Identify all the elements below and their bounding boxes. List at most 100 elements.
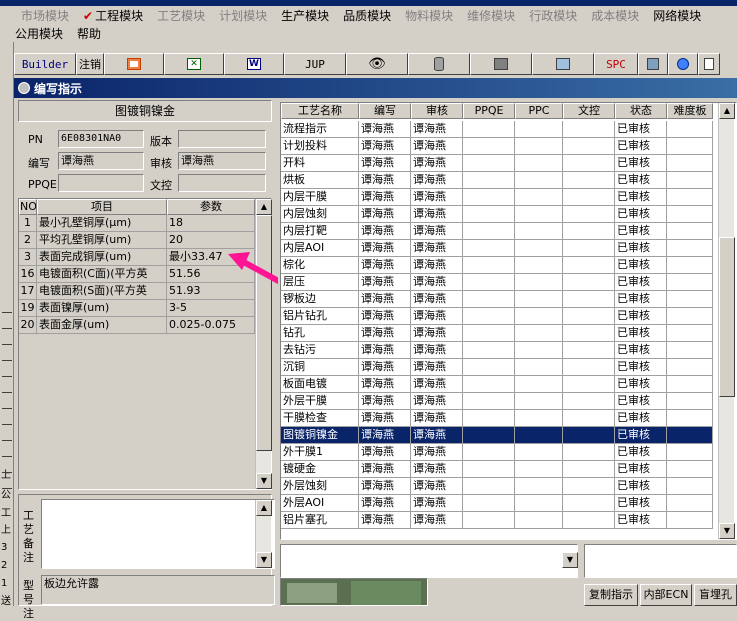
process-cell[interactable] — [463, 376, 515, 393]
process-cell[interactable] — [463, 325, 515, 342]
process-cell[interactable]: 已审核 — [615, 274, 667, 291]
process-cell[interactable]: 谭海燕 — [411, 172, 463, 189]
menu-item[interactable]: 行政模块 — [522, 7, 584, 24]
document-button[interactable] — [698, 53, 720, 75]
process-cell[interactable] — [463, 291, 515, 308]
process-cell[interactable] — [667, 461, 713, 478]
process-head-cell[interactable]: PPQE — [463, 103, 515, 119]
process-cell[interactable]: 谭海燕 — [411, 393, 463, 410]
process-cell[interactable]: 谭海燕 — [411, 359, 463, 376]
process-cell[interactable] — [667, 223, 713, 240]
model-note-field[interactable]: 板边允许露 — [41, 575, 275, 605]
process-cell[interactable]: 谭海燕 — [359, 155, 411, 172]
process-head-cell[interactable]: 难度板 — [667, 103, 713, 119]
excel-button[interactable]: ✕ — [164, 53, 224, 75]
note-scrollbar[interactable]: ▲ ▼ — [255, 500, 272, 568]
process-scrollbar[interactable]: ▲ ▼ — [718, 103, 735, 539]
process-cell[interactable]: 已审核 — [615, 189, 667, 206]
process-cell[interactable]: 外层AOI — [281, 495, 359, 512]
process-cell[interactable] — [563, 155, 615, 172]
param-cell-no[interactable]: 3 — [19, 249, 37, 266]
copy-instruction-button[interactable]: 复制指示 — [584, 584, 638, 606]
process-cell[interactable]: 烘板 — [281, 172, 359, 189]
version-field[interactable] — [178, 130, 266, 148]
process-cell[interactable]: 谭海燕 — [411, 308, 463, 325]
process-cell[interactable]: 谭海燕 — [411, 495, 463, 512]
process-cell[interactable]: 谭海燕 — [359, 410, 411, 427]
process-cell[interactable]: 谭海燕 — [411, 291, 463, 308]
process-cell[interactable]: 谭海燕 — [359, 376, 411, 393]
process-cell[interactable] — [515, 274, 563, 291]
process-cell[interactable] — [515, 495, 563, 512]
ppqe-field[interactable] — [58, 174, 144, 192]
scroll-up-arrow-icon[interactable]: ▲ — [256, 199, 272, 215]
process-cell[interactable]: 谭海燕 — [411, 189, 463, 206]
doc-control-field[interactable] — [178, 174, 266, 192]
process-cell[interactable]: 已审核 — [615, 155, 667, 172]
process-cell[interactable] — [563, 427, 615, 444]
process-cell[interactable]: 外干膜1 — [281, 444, 359, 461]
process-cell[interactable]: 已审核 — [615, 121, 667, 138]
process-cell[interactable]: 谭海燕 — [411, 121, 463, 138]
calc-button[interactable] — [638, 53, 668, 75]
blind-buried-hole-button[interactable]: 盲埋孔 — [694, 584, 737, 606]
process-cell[interactable] — [563, 308, 615, 325]
process-cell[interactable]: 流程指示 — [281, 121, 359, 138]
process-cell[interactable]: 谭海燕 — [411, 461, 463, 478]
param-cell-no[interactable]: 16 — [19, 266, 37, 283]
process-cell[interactable] — [563, 376, 615, 393]
process-cell[interactable] — [463, 257, 515, 274]
process-cell[interactable]: 谭海燕 — [359, 478, 411, 495]
process-cell[interactable] — [667, 172, 713, 189]
process-cell[interactable]: 谭海燕 — [359, 495, 411, 512]
process-cell[interactable]: 层压 — [281, 274, 359, 291]
process-cell[interactable] — [515, 240, 563, 257]
process-cell[interactable]: 已审核 — [615, 206, 667, 223]
process-cell[interactable]: 谭海燕 — [411, 376, 463, 393]
process-cell[interactable] — [463, 223, 515, 240]
process-cell[interactable]: 图镀铜镍金 — [281, 427, 359, 444]
database-button[interactable] — [408, 53, 470, 75]
menu-item[interactable]: 工艺模块 — [150, 7, 212, 24]
process-head-cell[interactable]: 状态 — [615, 103, 667, 119]
process-cell[interactable] — [667, 308, 713, 325]
process-cell[interactable]: 谭海燕 — [359, 359, 411, 376]
process-cell[interactable] — [563, 138, 615, 155]
process-cell[interactable]: 谭海燕 — [411, 410, 463, 427]
pn-field[interactable]: 6E08301NA0 — [58, 130, 144, 148]
param-cell-no[interactable]: 1 — [19, 215, 37, 232]
process-cell[interactable] — [667, 342, 713, 359]
process-cell[interactable] — [667, 291, 713, 308]
process-cell[interactable] — [563, 444, 615, 461]
process-cell[interactable] — [563, 223, 615, 240]
scroll-up-arrow-icon[interactable]: ▲ — [719, 103, 735, 119]
process-cell[interactable] — [515, 172, 563, 189]
process-cell[interactable] — [563, 121, 615, 138]
process-cell[interactable] — [515, 308, 563, 325]
process-cell[interactable] — [515, 257, 563, 274]
process-cell[interactable]: 铝片塞孔 — [281, 512, 359, 529]
menu-item[interactable]: 品质模块 — [336, 7, 398, 24]
process-cell[interactable] — [563, 393, 615, 410]
process-cell[interactable] — [667, 444, 713, 461]
process-cell[interactable]: 谭海燕 — [359, 189, 411, 206]
param-cell-no[interactable]: 17 — [19, 283, 37, 300]
process-cell[interactable]: 谭海燕 — [359, 172, 411, 189]
process-cell[interactable]: 谭海燕 — [411, 512, 463, 529]
param-scrollbar[interactable]: ▲ ▼ — [255, 199, 272, 489]
process-cell[interactable]: 谭海燕 — [359, 342, 411, 359]
process-cell[interactable]: 已审核 — [615, 495, 667, 512]
process-cell[interactable]: 已审核 — [615, 308, 667, 325]
internal-ecn-button[interactable]: 内部ECN — [640, 584, 692, 606]
process-cell[interactable]: 谭海燕 — [359, 393, 411, 410]
process-cell[interactable]: 锣板边 — [281, 291, 359, 308]
process-cell[interactable]: 谭海燕 — [411, 223, 463, 240]
process-cell[interactable] — [515, 359, 563, 376]
process-cell[interactable] — [563, 359, 615, 376]
process-cell[interactable]: 谭海燕 — [411, 342, 463, 359]
view-button[interactable]: 👁 — [346, 53, 408, 75]
process-cell[interactable] — [515, 138, 563, 155]
process-cell[interactable]: 已审核 — [615, 138, 667, 155]
process-cell[interactable] — [463, 342, 515, 359]
scroll-down-arrow-icon[interactable]: ▼ — [256, 552, 272, 568]
